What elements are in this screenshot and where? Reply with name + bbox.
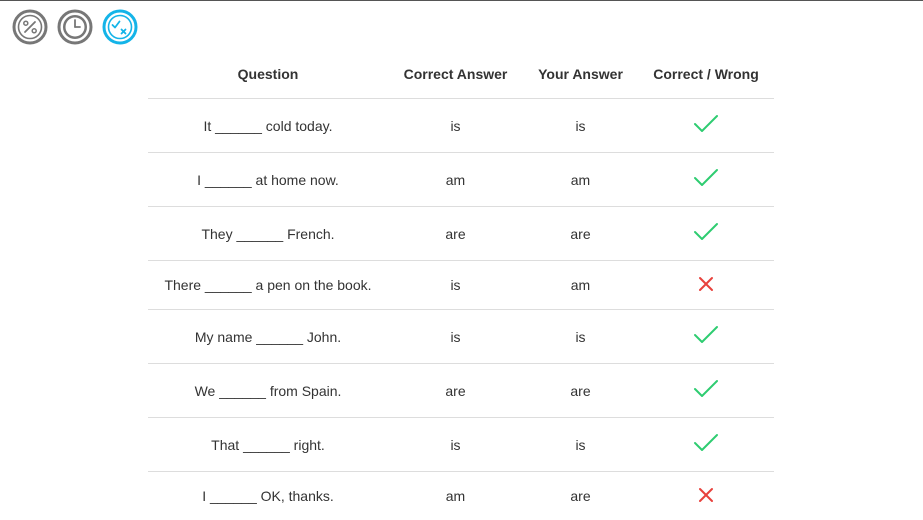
table-row: There ______ a pen on the book. is am — [148, 261, 774, 310]
question-cell: We ______ from Spain. — [148, 364, 388, 418]
correct-answer-cell: is — [388, 418, 523, 472]
your-answer-cell: is — [523, 310, 638, 364]
check-icon — [693, 432, 719, 457]
correct-answer-cell: am — [388, 153, 523, 207]
correct-answer-cell: is — [388, 261, 523, 310]
your-answer-cell: am — [523, 153, 638, 207]
question-cell: There ______ a pen on the book. — [148, 261, 388, 310]
clock-icon — [57, 9, 93, 45]
cross-icon — [696, 485, 716, 508]
result-cell — [638, 153, 774, 207]
percent-button[interactable] — [12, 9, 48, 45]
check-icon — [693, 378, 719, 403]
percent-icon — [12, 9, 48, 45]
your-answer-cell: are — [523, 207, 638, 261]
result-cell — [638, 261, 774, 310]
table-row: My name ______ John. is is — [148, 310, 774, 364]
top-border — [0, 0, 923, 1]
header-correct-wrong: Correct / Wrong — [638, 50, 774, 99]
check-x-button[interactable] — [102, 9, 138, 45]
your-answer-cell: are — [523, 364, 638, 418]
correct-answer-cell: are — [388, 207, 523, 261]
correct-answer-cell: is — [388, 310, 523, 364]
table-header-row: Question Correct Answer Your Answer Corr… — [148, 50, 774, 99]
check-icon — [693, 167, 719, 192]
header-your-answer: Your Answer — [523, 50, 638, 99]
question-cell: I ______ at home now. — [148, 153, 388, 207]
table-row: They ______ French. are are — [148, 207, 774, 261]
result-cell — [638, 364, 774, 418]
result-cell — [638, 418, 774, 472]
your-answer-cell: is — [523, 418, 638, 472]
check-icon — [693, 324, 719, 349]
question-cell: It ______ cold today. — [148, 99, 388, 153]
header-question: Question — [148, 50, 388, 99]
check-icon — [693, 221, 719, 246]
your-answer-cell: is — [523, 99, 638, 153]
table-row: It ______ cold today. is is — [148, 99, 774, 153]
table-row: That ______ right. is is — [148, 418, 774, 472]
clock-button[interactable] — [57, 9, 93, 45]
check-icon — [693, 113, 719, 138]
question-cell: They ______ French. — [148, 207, 388, 261]
question-cell: My name ______ John. — [148, 310, 388, 364]
result-cell — [638, 207, 774, 261]
correct-answer-cell: is — [388, 99, 523, 153]
cross-icon — [696, 274, 716, 297]
result-cell — [638, 310, 774, 364]
correct-answer-cell: are — [388, 364, 523, 418]
results-table: Question Correct Answer Your Answer Corr… — [148, 50, 774, 520]
header-correct-answer: Correct Answer — [388, 50, 523, 99]
table-row: I ______ at home now. am am — [148, 153, 774, 207]
check-x-icon — [102, 9, 138, 45]
table-row: We ______ from Spain. are are — [148, 364, 774, 418]
question-cell: That ______ right. — [148, 418, 388, 472]
result-cell — [638, 99, 774, 153]
your-answer-cell: am — [523, 261, 638, 310]
